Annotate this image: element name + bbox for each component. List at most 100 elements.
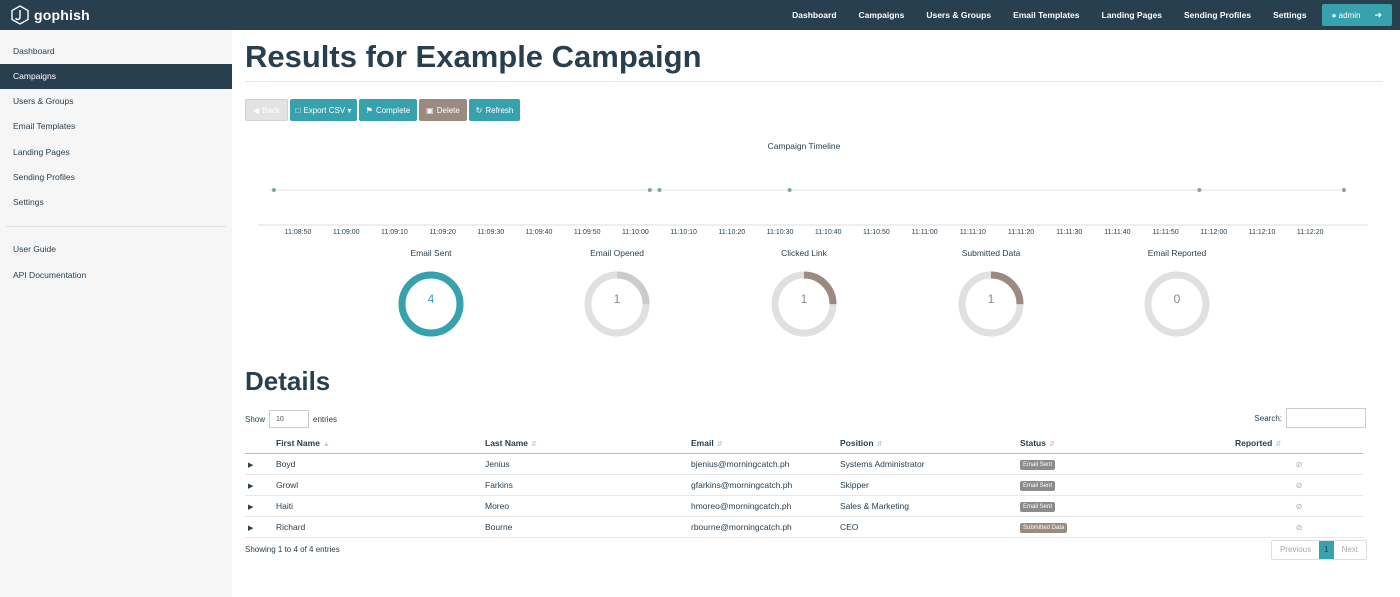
cell-email: gfarkins@morningcatch.ph [691, 474, 840, 496]
sidebar-item-email-templates[interactable]: Email Templates [0, 114, 232, 139]
topnav-sending-profiles[interactable]: Sending Profiles [1173, 0, 1262, 30]
search-control: Search: [1254, 408, 1366, 428]
entries-length-input[interactable] [269, 410, 310, 428]
timeline-tick-label: 11:11:50 [1152, 229, 1178, 236]
column-header-last-name[interactable]: Last Name ⇵ [485, 433, 691, 454]
sidebar-item-landing-pages[interactable]: Landing Pages [0, 140, 232, 165]
timeline-tick-label: 11:12:20 [1297, 229, 1324, 236]
page-title: Results for Example Campaign [245, 39, 702, 74]
search-input[interactable] [1286, 408, 1366, 428]
cell-email: rbourne@morningcatch.ph [691, 516, 840, 538]
stat-label: Email Opened [590, 248, 644, 258]
topnav-settings[interactable]: Settings [1262, 0, 1318, 30]
table-row[interactable]: ▶ Richard Bourne rbourne@morningcatch.ph… [245, 516, 1363, 538]
entries-label: entries [313, 414, 338, 424]
user-icon: ● [1331, 10, 1339, 20]
timeline-event-point[interactable] [787, 188, 792, 192]
timeline-event-point[interactable] [657, 188, 662, 192]
delete-button[interactable]: ▣ Delete [419, 99, 467, 121]
timeline-tick-label: 11:09:00 [333, 229, 360, 236]
topnav-campaigns[interactable]: Campaigns [848, 0, 916, 30]
status-badge: Email Sent [1020, 501, 1056, 512]
complete-button[interactable]: ⚑ Complete [359, 99, 417, 121]
sidebar-item-dashboard[interactable]: Dashboard [0, 39, 232, 64]
expand-caret-icon[interactable]: ▶ [245, 504, 253, 511]
expand-caret-icon[interactable]: ▶ [245, 462, 253, 469]
expand-column-header [245, 433, 276, 454]
column-header-status[interactable]: Status ⇵ [1020, 433, 1235, 454]
stat-label: Email Reported [1147, 248, 1207, 258]
timeline-tick-label: 11:11:20 [1008, 229, 1034, 236]
sidebar-item-user-guide[interactable]: User Guide [0, 237, 232, 262]
logout-icon[interactable]: ➜ [1374, 10, 1382, 21]
status-badge: Email Sent [1020, 459, 1056, 470]
cell-last-name: Bourne [485, 516, 691, 538]
column-header-position[interactable]: Position ⇵ [840, 433, 1020, 454]
table-row[interactable]: ▶ Growl Farkins gfarkins@morningcatch.ph… [245, 474, 1363, 496]
brand[interactable]: gophish [10, 4, 90, 26]
entries-length-control: Show entries [245, 410, 337, 428]
expand-caret-icon[interactable]: ▶ [245, 525, 253, 532]
cell-position: CEO [840, 516, 1020, 538]
sidebar-item-settings[interactable]: Settings [0, 190, 232, 215]
timeline-tick-label: 11:11:00 [911, 229, 937, 236]
not-reported-icon: ⊘ [1295, 459, 1303, 469]
refresh-label: Refresh [485, 105, 514, 115]
back-button[interactable]: ◀ Back [245, 99, 288, 121]
timeline-event-point[interactable] [647, 188, 652, 192]
caret-down-icon: ▾ [345, 105, 352, 115]
topnav-landing-pages[interactable]: Landing Pages [1091, 0, 1173, 30]
admin-label: admin [1338, 10, 1361, 20]
stat-label: Submitted Data [961, 248, 1021, 258]
table-row[interactable]: ▶ Haiti Moreo hmoreo@morningcatch.ph Sal… [245, 495, 1363, 517]
topnav-dashboard[interactable]: Dashboard [781, 0, 847, 30]
pagination-page-1[interactable]: 1 [1319, 541, 1334, 559]
results-table: First Name ▲ Last Name ⇵ Email ⇵ Position ⇵ … [245, 433, 1363, 538]
timeline-tick-label: 11:11:30 [1056, 229, 1082, 236]
cell-email: hmoreo@morningcatch.ph [691, 495, 840, 517]
cell-position: Sales & Marketing [840, 495, 1020, 517]
show-label: Show [245, 414, 266, 424]
brand-name: gophish [34, 7, 90, 23]
campaign-timeline-chart: 11:08:50 11:09:00 11:09:10 11:09:20 11:09:30… [258, 188, 1368, 236]
admin-menu-button[interactable]: ● admin ➜ [1321, 4, 1392, 26]
topnav-email-templates[interactable]: Email Templates [1002, 0, 1090, 30]
column-header-first-name[interactable]: First Name ▲ [276, 433, 485, 454]
sidebar-item-sending-profiles[interactable]: Sending Profiles [0, 165, 232, 190]
timeline-event-point[interactable] [1197, 188, 1202, 192]
top-nav: Dashboard Campaigns Users & Groups Email… [781, 0, 1400, 30]
sidebar-item-api-documentation[interactable]: API Documentation [0, 263, 232, 288]
column-header-email[interactable]: Email ⇵ [691, 433, 840, 454]
pagination-next[interactable]: Next [1334, 541, 1366, 559]
table-header-row: First Name ▲ Last Name ⇵ Email ⇵ Position ⇵ … [245, 433, 1363, 454]
complete-label: Complete [375, 105, 411, 115]
timeline-tick-label: 11:09:50 [574, 229, 601, 236]
cell-first-name: Richard [276, 516, 485, 538]
arrow-left-circle-icon: ◀ [253, 105, 260, 115]
timeline-tick-label: 11:11:10 [960, 229, 986, 236]
sidebar-item-campaigns[interactable]: Campaigns [0, 64, 232, 89]
stat-label: Clicked Link [781, 248, 827, 258]
timeline-tick-label: 11:10:20 [718, 229, 745, 236]
delete-label: Delete [436, 105, 460, 115]
table-row[interactable]: ▶ Boyd Jenius bjenius@morningcatch.ph Sy… [245, 453, 1363, 475]
gophish-logo-icon [11, 5, 29, 25]
title-divider [245, 81, 1383, 82]
status-badge: Submitted Data [1020, 522, 1068, 533]
sort-icon: ⇵ [716, 440, 723, 448]
topnav-users-groups[interactable]: Users & Groups [915, 0, 1002, 30]
stat-email-opened: Email Opened 1 [552, 248, 682, 358]
refresh-button[interactable]: ↻ Refresh [469, 99, 520, 121]
timeline-event-point[interactable] [1341, 188, 1346, 192]
sidebar-divider [6, 226, 226, 227]
pagination-previous[interactable]: Previous [1272, 541, 1319, 559]
search-label: Search: [1254, 413, 1282, 423]
sidebar-item-users-groups[interactable]: Users & Groups [0, 89, 232, 114]
stat-value: 1 [613, 292, 621, 306]
timeline-tick-label: 11:12:00 [1200, 229, 1227, 236]
column-header-reported[interactable]: Reported ⇵ [1235, 433, 1363, 454]
timeline-event-point[interactable] [271, 188, 276, 192]
export-csv-button[interactable]: □ Export CSV ▾ [290, 99, 357, 121]
cell-first-name: Haiti [276, 495, 485, 517]
expand-caret-icon[interactable]: ▶ [245, 483, 253, 490]
